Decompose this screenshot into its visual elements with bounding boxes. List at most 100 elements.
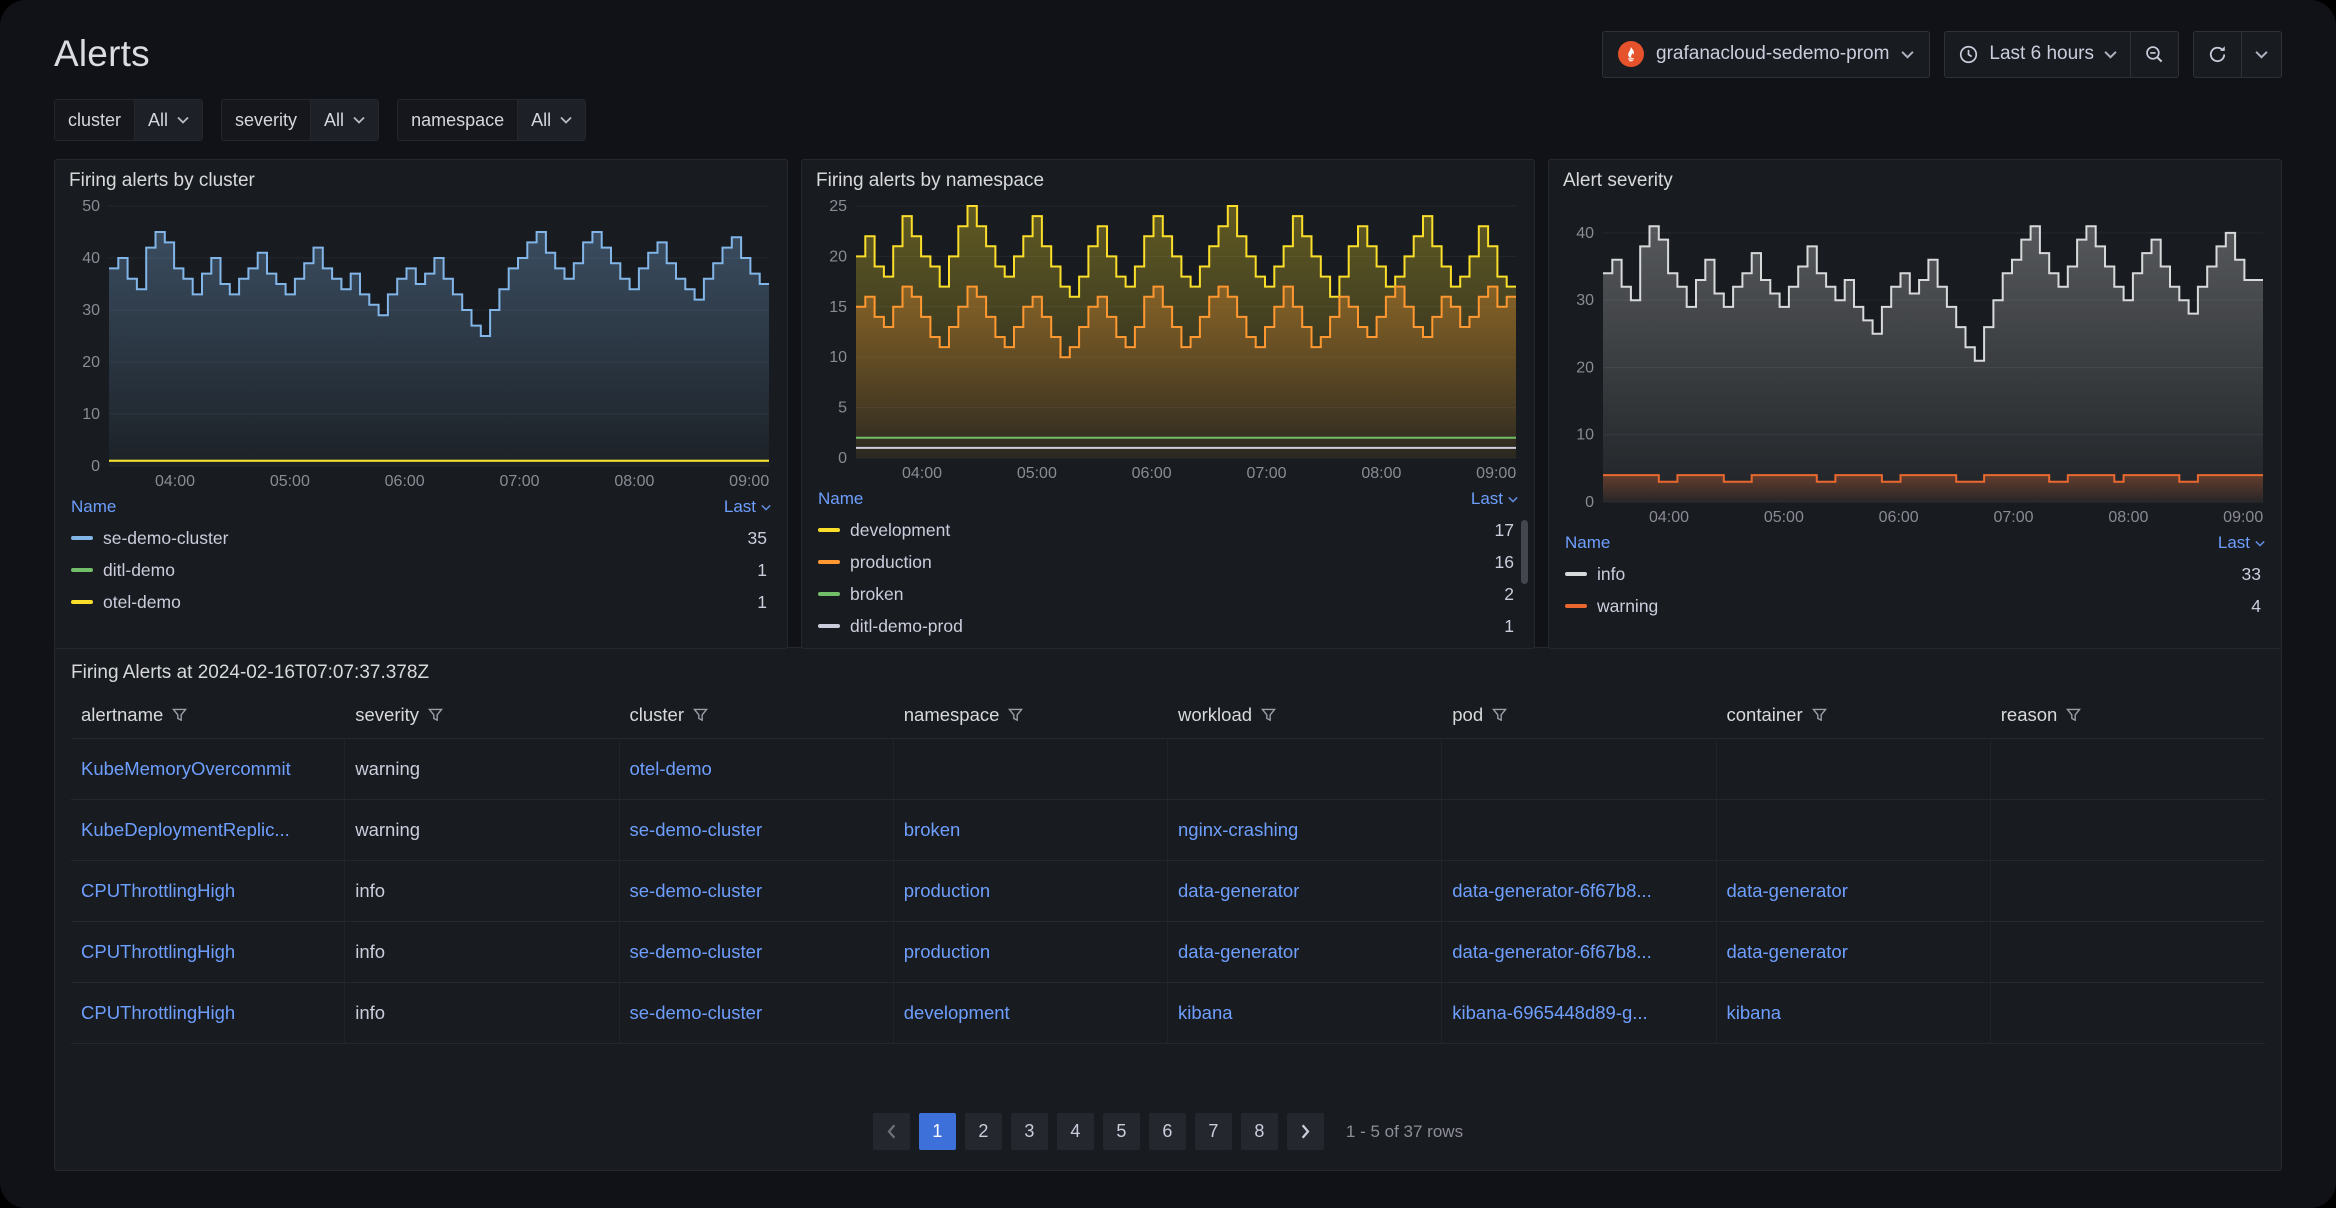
panel-title[interactable]: Firing alerts by namespace (816, 168, 1520, 196)
column-header-alertname[interactable]: alertname (71, 696, 345, 738)
legend-item-warning[interactable]: warning4 (1563, 590, 2267, 622)
panel-title[interactable]: Firing Alerts at 2024-02-16T07:07:37.378… (71, 660, 2265, 696)
cell-link[interactable]: data-generator (1727, 880, 1848, 902)
page-button-6[interactable]: 6 (1149, 1113, 1186, 1150)
cell-link[interactable]: development (904, 1002, 1010, 1024)
cell-container[interactable]: data-generator (1717, 861, 1991, 921)
filter-value-dropdown[interactable]: All (134, 100, 202, 140)
time-series-chart[interactable]: 051015202504:0005:0006:0007:0008:0009:00 (816, 196, 1520, 484)
prev-page-button[interactable] (873, 1113, 910, 1150)
cell-link[interactable]: CPUThrottlingHigh (81, 880, 235, 902)
cell-link[interactable]: se-demo-cluster (630, 880, 763, 902)
cell-workload[interactable]: data-generator (1168, 861, 1442, 921)
cell-link[interactable]: nginx-crashing (1178, 819, 1298, 841)
cell-link[interactable]: production (904, 880, 990, 902)
series-name[interactable]: broken (850, 584, 904, 605)
filter-value-dropdown[interactable]: All (517, 100, 585, 140)
cell-link[interactable]: data-generator (1178, 941, 1299, 963)
cell-pod[interactable]: kibana-6965448d89-g... (1442, 983, 1716, 1043)
cell-link[interactable]: data-generator (1727, 941, 1848, 963)
series-name[interactable]: ditl-demo (103, 560, 175, 581)
cell-link[interactable]: data-generator-6f67b8... (1452, 880, 1652, 902)
cell-cluster[interactable]: se-demo-cluster (620, 922, 894, 982)
legend-item-broken[interactable]: broken2 (816, 578, 1520, 610)
page-button-4[interactable]: 4 (1057, 1113, 1094, 1150)
cell-namespace[interactable]: broken (894, 800, 1168, 860)
legend-item-otel-demo[interactable]: otel-demo1 (69, 586, 773, 618)
series-name[interactable]: info (1597, 564, 1625, 585)
cell-link[interactable]: se-demo-cluster (630, 819, 763, 841)
cell-cluster[interactable]: se-demo-cluster (620, 800, 894, 860)
legend-item-ditl-demo[interactable]: ditl-demo1 (69, 554, 773, 586)
page-button-1[interactable]: 1 (919, 1113, 956, 1150)
cell-link[interactable]: kibana-6965448d89-g... (1452, 1002, 1647, 1024)
cell-link[interactable]: kibana (1178, 1002, 1233, 1024)
legend-name-header[interactable]: Name (71, 497, 116, 517)
legend-item-info[interactable]: info33 (1563, 558, 2267, 590)
cell-namespace[interactable]: development (894, 983, 1168, 1043)
filter-icon[interactable] (693, 708, 708, 722)
cell-workload[interactable]: data-generator (1168, 922, 1442, 982)
cell-alertname[interactable]: CPUThrottlingHigh (71, 983, 345, 1043)
cell-pod[interactable]: data-generator-6f67b8... (1442, 861, 1716, 921)
zoom-out-button[interactable] (2130, 32, 2178, 77)
panel-title[interactable]: Firing alerts by cluster (69, 168, 773, 196)
cell-container[interactable]: kibana (1717, 983, 1991, 1043)
cell-link[interactable]: KubeDeploymentReplic... (81, 819, 290, 841)
page-button-8[interactable]: 8 (1241, 1113, 1278, 1150)
panel-title[interactable]: Alert severity (1563, 168, 2267, 196)
next-page-button[interactable] (1287, 1113, 1324, 1150)
cell-container[interactable]: data-generator (1717, 922, 1991, 982)
legend-last-header[interactable]: Last (2218, 533, 2265, 553)
cell-link[interactable]: KubeMemoryOvercommit (81, 758, 291, 780)
time-range-picker[interactable]: Last 6 hours (1945, 32, 2130, 77)
filter-value-dropdown[interactable]: All (310, 100, 378, 140)
cell-alertname[interactable]: CPUThrottlingHigh (71, 861, 345, 921)
page-button-7[interactable]: 7 (1195, 1113, 1232, 1150)
legend-name-header[interactable]: Name (1565, 533, 1610, 553)
filter-icon[interactable] (1261, 708, 1276, 722)
cell-link[interactable]: broken (904, 819, 961, 841)
filter-icon[interactable] (1008, 708, 1023, 722)
filter-icon[interactable] (2066, 708, 2081, 722)
legend-scrollbar[interactable] (1521, 520, 1528, 584)
column-header-severity[interactable]: severity (345, 696, 619, 738)
cell-pod[interactable]: data-generator-6f67b8... (1442, 922, 1716, 982)
cell-link[interactable]: data-generator (1178, 880, 1299, 902)
column-header-container[interactable]: container (1717, 696, 1991, 738)
cell-namespace[interactable]: production (894, 861, 1168, 921)
legend-item-production[interactable]: production16 (816, 546, 1520, 578)
column-header-cluster[interactable]: cluster (620, 696, 894, 738)
legend-name-header[interactable]: Name (818, 489, 863, 509)
cell-link[interactable]: CPUThrottlingHigh (81, 941, 235, 963)
series-name[interactable]: se-demo-cluster (103, 528, 228, 549)
cell-cluster[interactable]: se-demo-cluster (620, 861, 894, 921)
cell-workload[interactable]: kibana (1168, 983, 1442, 1043)
datasource-picker[interactable]: grafanacloud-sedemo-prom (1602, 31, 1930, 78)
cell-link[interactable]: CPUThrottlingHigh (81, 1002, 235, 1024)
legend-last-header[interactable]: Last (724, 497, 771, 517)
cell-cluster[interactable]: se-demo-cluster (620, 983, 894, 1043)
cell-link[interactable]: otel-demo (630, 758, 712, 780)
cell-namespace[interactable]: production (894, 922, 1168, 982)
column-header-workload[interactable]: workload (1168, 696, 1442, 738)
time-series-chart[interactable]: 01020304004:0005:0006:0007:0008:0009:00 (1563, 196, 2267, 528)
refresh-button[interactable] (2194, 32, 2241, 77)
refresh-interval-dropdown[interactable] (2241, 32, 2281, 77)
page-button-5[interactable]: 5 (1103, 1113, 1140, 1150)
cell-link[interactable]: se-demo-cluster (630, 1002, 763, 1024)
column-header-namespace[interactable]: namespace (894, 696, 1168, 738)
series-name[interactable]: production (850, 552, 932, 573)
page-button-3[interactable]: 3 (1011, 1113, 1048, 1150)
cell-alertname[interactable]: CPUThrottlingHigh (71, 922, 345, 982)
cell-alertname[interactable]: KubeDeploymentReplic... (71, 800, 345, 860)
filter-icon[interactable] (428, 708, 443, 722)
cell-link[interactable]: se-demo-cluster (630, 941, 763, 963)
column-header-reason[interactable]: reason (1991, 696, 2265, 738)
legend-item-development[interactable]: development17 (816, 514, 1520, 546)
series-name[interactable]: otel-demo (103, 592, 181, 613)
cell-link[interactable]: kibana (1727, 1002, 1782, 1024)
series-name[interactable]: ditl-demo-prod (850, 616, 963, 637)
column-header-pod[interactable]: pod (1442, 696, 1716, 738)
series-name[interactable]: development (850, 520, 950, 541)
